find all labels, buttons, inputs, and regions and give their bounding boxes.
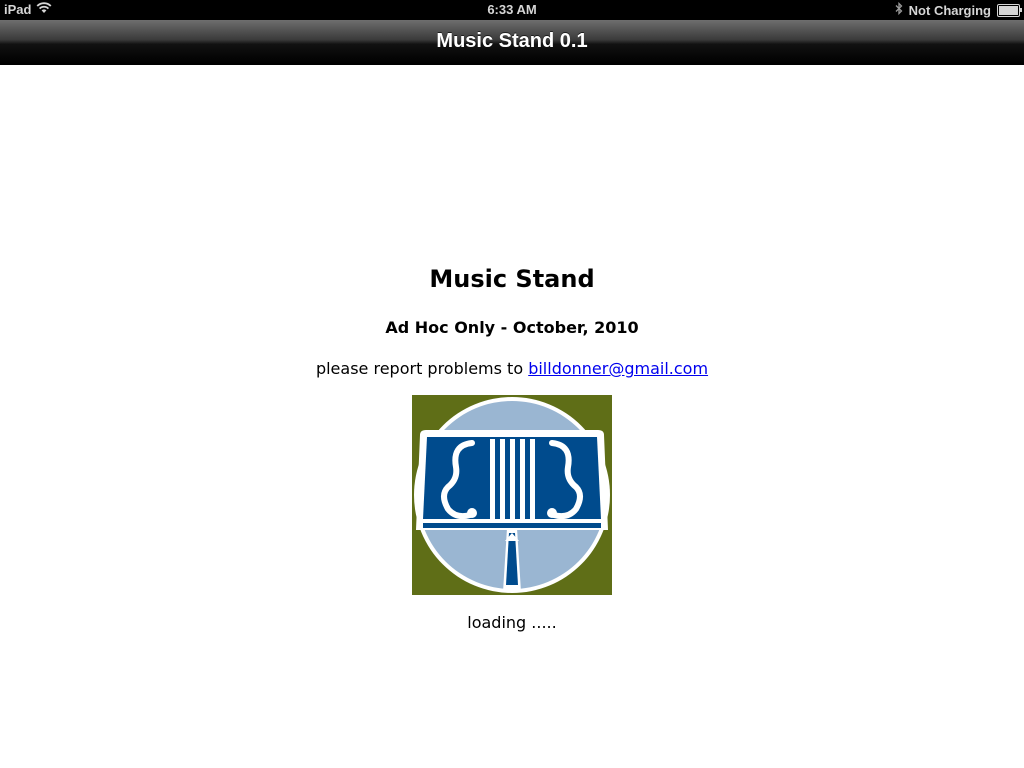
email-link[interactable]: billdonner@gmail.com (528, 359, 708, 378)
battery-fill (999, 5, 1018, 15)
music-stand-logo-icon (412, 395, 612, 595)
nav-title: Music Stand 0.1 (436, 30, 588, 52)
battery-icon (997, 3, 1022, 17)
status-time: 6:33 AM (487, 2, 537, 17)
report-line: please report problems to billdonner@gma… (0, 359, 1024, 378)
loading-text: loading ..... (467, 613, 557, 632)
bluetooth-icon (895, 1, 903, 18)
charging-status: Not Charging (908, 2, 991, 18)
page-title: Music Stand (429, 265, 595, 293)
page-subtitle: Ad Hoc Only - October, 2010 (385, 318, 639, 337)
navigation-bar: Music Stand 0.1 (0, 20, 1024, 65)
status-right: Not Charging (895, 1, 1022, 18)
status-bar: iPad 6:33 AM Not Charging (0, 0, 1024, 20)
main-content: Music Stand Ad Hoc Only - October, 2010 … (0, 65, 1024, 768)
report-prefix: please report problems to (315, 359, 529, 378)
